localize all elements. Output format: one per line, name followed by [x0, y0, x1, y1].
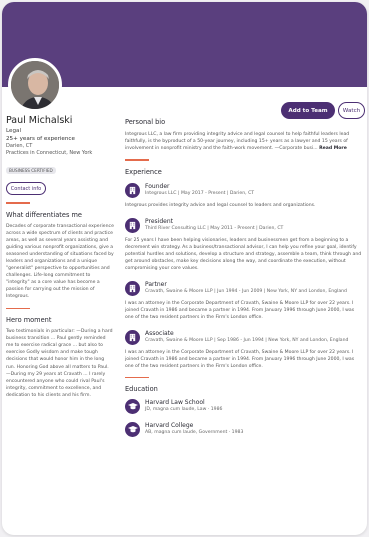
building-icon: [125, 217, 140, 233]
education-degree: AB, magna cum laude, Government · 1983: [145, 430, 244, 435]
add-to-team-button[interactable]: Add to Team: [281, 102, 335, 119]
left-column: Paul Michalski Legal 25+ years of experi…: [6, 115, 114, 399]
graduation-cap-icon: [125, 422, 140, 437]
experience-item: Founder Integrous LLC | May 2017 - Prese…: [125, 182, 363, 209]
education-degree: JD, magna cum laude, Law · 1986: [145, 407, 223, 412]
experience-description: I was an attorney in the Corporate Depar…: [125, 349, 355, 369]
profile-location: Darien, CT: [6, 143, 33, 149]
divider: [6, 202, 30, 204]
divider: [125, 159, 149, 161]
experience-list: Founder Integrous LLC | May 2017 - Prese…: [125, 182, 363, 370]
experience-heading: Experience: [125, 167, 162, 176]
experience-meta: Third River Consulting LLC | May 2011 - …: [145, 225, 284, 231]
bio-body: Integrous LLC, a law firm providing inte…: [125, 132, 350, 151]
building-icon: [125, 329, 140, 345]
graduation-cap-icon: [125, 399, 140, 414]
right-column: Personal bio Integrous LLC, a law firm p…: [125, 118, 363, 437]
profile-role: Legal: [6, 128, 21, 134]
experience-meta: Cravath, Swaine & Moore LLP | Jun 1994 -…: [145, 288, 347, 294]
experience-description: Integrous provides integrity advice and …: [125, 202, 316, 208]
profile-experience: 25+ years of experience: [6, 136, 75, 142]
education-heading: Education: [125, 385, 158, 393]
education-item: Harvard Law School JD, magna cum laude, …: [125, 399, 363, 414]
contact-info-button[interactable]: Contact info: [6, 182, 46, 195]
hero-heading: Hero moment: [6, 316, 52, 325]
watch-button[interactable]: Watch: [338, 102, 365, 119]
read-more-link[interactable]: Read More: [319, 146, 347, 151]
education-item: Harvard College AB, magna cum laude, Gov…: [125, 422, 363, 437]
experience-title: Associate: [145, 329, 174, 337]
profile-practices: Practices in Connecticut, New York: [6, 150, 93, 156]
bio-text: Integrous LLC, a law firm providing inte…: [125, 131, 363, 152]
experience-title: Founder: [145, 182, 170, 190]
experience-item: Partner Cravath, Swaine & Moore LLP | Ju…: [125, 280, 363, 321]
avatar: [8, 58, 62, 112]
experience-title: Partner: [145, 280, 167, 288]
experience-meta: Cravath, Swaine & Moore LLP | Sep 1986 -…: [145, 337, 349, 343]
differentiates-heading: What differentiates me: [6, 210, 82, 219]
building-icon: [125, 182, 140, 198]
experience-description: I was an attorney in the Corporate Depar…: [125, 300, 355, 320]
differentiates-text: Decades of corporate transactional exper…: [6, 223, 114, 300]
divider: [125, 376, 149, 378]
profile-name: Paul Michalski: [6, 115, 73, 126]
hero-text: Two testimonials in particular: —During …: [6, 329, 113, 398]
experience-title: President: [145, 217, 173, 225]
building-icon: [125, 280, 140, 296]
experience-description: For 25 years I have been helping visiona…: [125, 237, 362, 271]
profile-card: Add to Team Watch Paul Michalski Legal 2…: [2, 2, 367, 535]
experience-item: President Third River Consulting LLC | M…: [125, 217, 363, 272]
experience-item: Associate Cravath, Swaine & Moore LLP | …: [125, 329, 363, 370]
avatar-photo: [11, 61, 59, 109]
divider: [6, 307, 30, 310]
experience-meta: Integrous LLC | May 2017 - Present | Dar…: [145, 190, 255, 196]
certified-badge: BUSINESS CERTIFIED: [6, 167, 56, 174]
bio-heading: Personal bio: [125, 118, 166, 126]
education-school: Harvard College: [145, 422, 194, 429]
education-school: Harvard Law School: [145, 399, 205, 406]
